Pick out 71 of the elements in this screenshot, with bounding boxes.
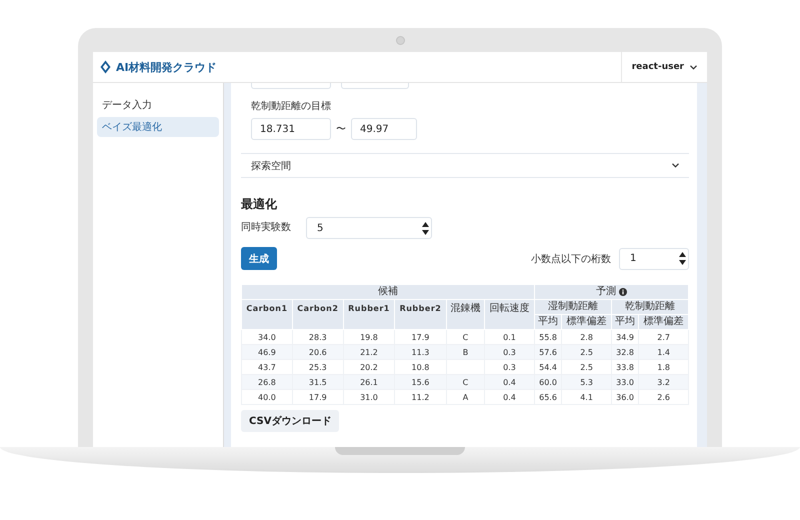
table-cell: 17.9: [292, 390, 344, 404]
sidebar-item[interactable]: データ入力: [97, 95, 219, 115]
column-header: 標準偏差: [638, 314, 688, 330]
table-cell: A: [446, 390, 485, 404]
camera-icon: [396, 36, 404, 44]
table-cell: 4.1: [562, 390, 612, 404]
max-input[interactable]: 49.97: [351, 118, 417, 140]
table-cell: 3.2: [638, 374, 688, 390]
table-cell: C: [446, 374, 485, 390]
table-cell: 11.2: [394, 390, 446, 404]
info-icon: [618, 288, 627, 296]
sidebar-item[interactable]: ベイズ最適化: [97, 117, 219, 137]
table-cell: 46.9: [242, 344, 292, 360]
up-arrow-icon[interactable]: [422, 222, 429, 226]
table-cell: 60.0: [534, 374, 562, 390]
diamond-logo-icon: [100, 60, 111, 74]
column-header: Carbon2: [292, 300, 344, 330]
up-arrow-icon[interactable]: [679, 252, 686, 257]
number-input[interactable]: 5: [306, 217, 432, 239]
column-group-header: 予測: [534, 284, 688, 300]
column-header: 平均: [611, 314, 639, 330]
table-cell: 32.8: [611, 344, 639, 360]
column-header: 回転速度: [484, 300, 534, 330]
table-cell: 1.4: [638, 344, 688, 360]
input-field[interactable]: [251, 83, 331, 89]
table-cell: 15.6: [394, 374, 446, 390]
user-menu[interactable]: react-user: [620, 52, 707, 82]
range-separator: 〜: [336, 123, 346, 136]
down-arrow-icon[interactable]: [679, 260, 686, 265]
table-cell: 5.3: [562, 374, 612, 390]
table-cell: 11.3: [394, 344, 446, 360]
table-cell: 2.5: [562, 344, 612, 360]
table-cell: 40.0: [242, 390, 292, 404]
table-cell: 57.6: [534, 344, 562, 360]
table-cell: 0.4: [484, 390, 534, 404]
column-header: Rubber1: [343, 300, 395, 330]
number-input[interactable]: 1: [619, 248, 689, 270]
column-group-header: 候補: [242, 284, 534, 300]
table-cell: B: [446, 344, 485, 360]
chevron-down-icon: [690, 64, 697, 70]
generate-button[interactable]: 生成: [241, 247, 277, 270]
table-cell: 26.8: [242, 374, 292, 390]
table-cell: 2.6: [638, 390, 688, 404]
app-title: AI材料開発クラウド: [116, 60, 217, 74]
column-header: Rubber2: [394, 300, 446, 330]
field-label: 小数点以下の桁数: [531, 252, 611, 266]
column-header: 標準偏差: [562, 314, 612, 330]
table-cell: 0.4: [484, 374, 534, 390]
column-header: 混錬機: [446, 300, 485, 330]
field-label: 乾制動距離の目標: [251, 100, 332, 113]
column-header: 平均: [534, 314, 562, 330]
table-cell: 31.5: [292, 374, 344, 390]
table-cell: 33.0: [611, 374, 639, 390]
field-label: 同時実験数: [241, 220, 291, 234]
table-cell: 0.3: [484, 344, 534, 360]
section-heading: 最適化: [241, 196, 278, 213]
input-field[interactable]: [341, 83, 409, 89]
column-header: Carbon1: [242, 300, 292, 330]
table-cell: 21.2: [343, 344, 395, 360]
down-arrow-icon[interactable]: [422, 230, 429, 234]
column-header: 湿制動距離: [534, 300, 612, 314]
table-cell: 65.6: [534, 390, 562, 404]
table-cell: 26.1: [343, 374, 395, 390]
column-header: 乾制動距離: [611, 300, 688, 314]
table-cell: 20.6: [292, 344, 344, 360]
table-cell: 31.0: [343, 390, 395, 404]
csv-download-button[interactable]: CSVダウンロード: [241, 410, 340, 432]
chevron-icon: [672, 163, 679, 168]
min-input[interactable]: 18.731: [251, 118, 331, 140]
accordion-header[interactable]: 探索空間: [241, 153, 689, 178]
table-cell: 36.0: [611, 390, 639, 404]
